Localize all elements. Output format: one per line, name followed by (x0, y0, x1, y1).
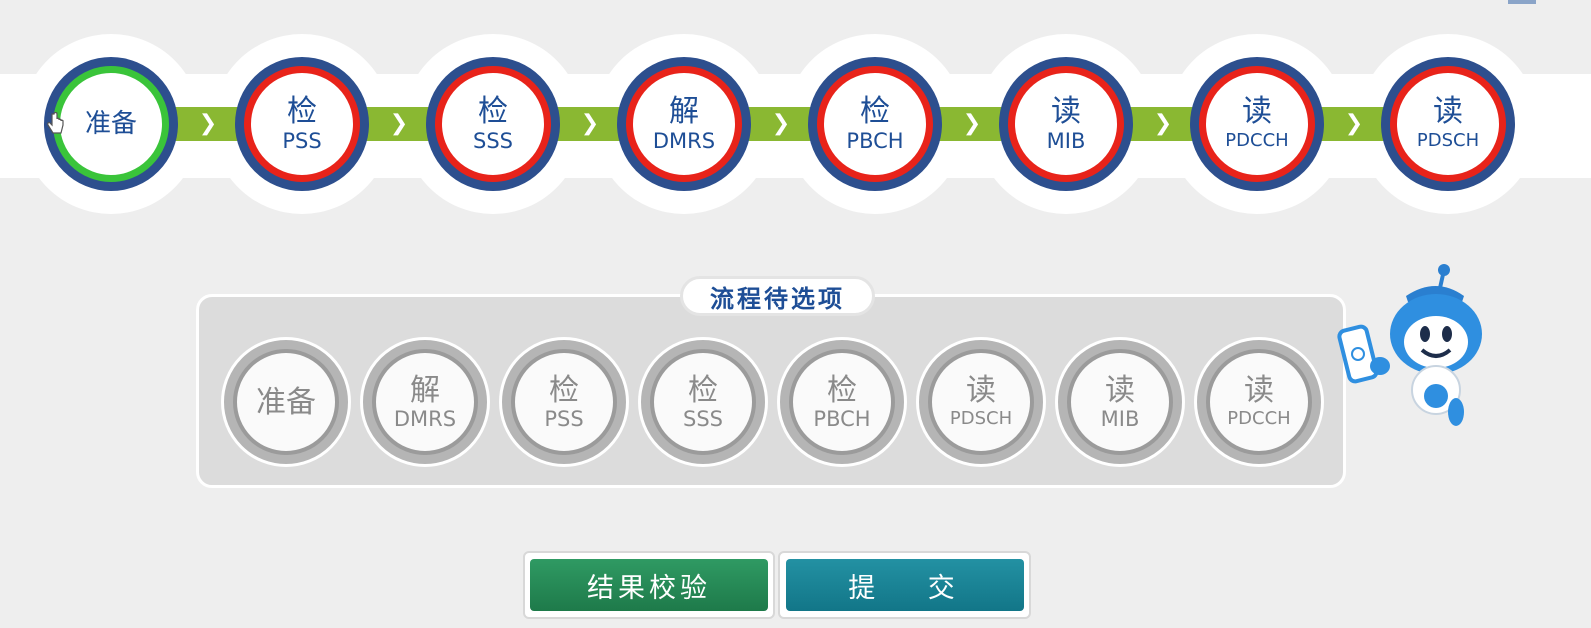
step-zh-label: 准备 (84, 109, 137, 139)
option-en-label: PBCH (813, 406, 871, 431)
pool-option[interactable]: 读 MIB (1055, 337, 1185, 467)
step-connector: ❯ (939, 107, 1005, 141)
robot-mascot-icon (1336, 262, 1486, 432)
submit-button[interactable]: 提 交 (785, 559, 1024, 611)
pool-option[interactable]: 读 PDCCH (1194, 337, 1324, 467)
step-ring: 读 PDCCH (1199, 66, 1315, 182)
step-zh-label: 检 (287, 94, 317, 129)
check-button-frame: 结果校验 (523, 551, 775, 619)
step-connector: ❯ (748, 107, 814, 141)
flow-step-6[interactable]: 读 MIB (999, 57, 1133, 191)
chevron-right-icon: ❯ (580, 111, 600, 136)
flow-step-5[interactable]: 检 PBCH (808, 57, 942, 191)
pool-option[interactable]: 读 PDSCH (916, 337, 1046, 467)
step-ring: 检 PBCH (817, 66, 933, 182)
option-ring: 读 PDCCH (1206, 349, 1312, 455)
option-ring: 检 PSS (511, 349, 617, 455)
option-ring: 准备 (233, 349, 339, 455)
step-en-label: PDSCH (1416, 130, 1480, 151)
option-en-label: PDSCH (949, 407, 1013, 429)
step-connector: ❯ (557, 107, 623, 141)
result-check-button[interactable]: 结果校验 (530, 559, 768, 611)
step-ring: 准备 (53, 66, 169, 182)
step-connector: ❯ (1321, 107, 1387, 141)
pool-option[interactable]: 准备 (221, 337, 351, 467)
step-en-label: DMRS (652, 129, 716, 153)
chevron-right-icon: ❯ (1344, 111, 1364, 136)
option-en-label: PDCCH (1227, 407, 1291, 429)
flow-step-8[interactable]: 读 PDSCH (1381, 57, 1515, 191)
chevron-right-icon: ❯ (1153, 111, 1173, 136)
step-ring: 读 PDSCH (1390, 66, 1506, 182)
pool-option[interactable]: 解 DMRS (360, 337, 490, 467)
window-corner-mark (1508, 0, 1536, 4)
chevron-right-icon: ❯ (771, 111, 791, 136)
option-ring: 检 SSS (650, 349, 756, 455)
option-en-label: MIB (1100, 406, 1140, 431)
option-zh-label: 检 (827, 372, 857, 408)
option-zh-label: 检 (549, 372, 579, 408)
option-ring: 读 MIB (1067, 349, 1173, 455)
step-en-label: PSS (282, 129, 322, 153)
pool-title: 流程待选项 (680, 276, 875, 316)
option-ring: 读 PDSCH (928, 349, 1034, 455)
flow-step-4[interactable]: 解 DMRS (617, 57, 751, 191)
step-en-label: MIB (1046, 129, 1086, 153)
step-zh-label: 读 (1242, 94, 1272, 129)
pool-option[interactable]: 检 PSS (499, 337, 629, 467)
option-zh-label: 解 (410, 372, 440, 408)
option-zh-label: 读 (966, 372, 996, 408)
option-zh-label: 准备 (256, 384, 316, 420)
chevron-right-icon: ❯ (198, 111, 218, 136)
pool-option[interactable]: 检 PBCH (777, 337, 907, 467)
flow-step-2[interactable]: 检 PSS (235, 57, 369, 191)
step-en-label: PBCH (846, 129, 904, 153)
step-zh-label: 读 (1051, 94, 1081, 129)
submit-button-frame: 提 交 (778, 551, 1031, 619)
option-ring: 解 DMRS (372, 349, 478, 455)
option-en-label: DMRS (393, 406, 457, 431)
step-zh-label: 检 (478, 94, 508, 129)
option-zh-label: 读 (1105, 372, 1135, 408)
step-connector: ❯ (175, 107, 241, 141)
hand-pointer-icon (47, 111, 65, 141)
option-ring: 检 PBCH (789, 349, 895, 455)
step-connector: ❯ (1130, 107, 1196, 141)
step-zh-label: 检 (860, 94, 890, 129)
option-zh-label: 检 (688, 372, 718, 408)
step-connector: ❯ (366, 107, 432, 141)
step-ring: 读 MIB (1008, 66, 1124, 182)
pool-option[interactable]: 检 SSS (638, 337, 768, 467)
flow-step-3[interactable]: 检 SSS (426, 57, 560, 191)
option-en-label: SSS (683, 406, 723, 431)
option-en-label: PSS (544, 406, 584, 431)
step-ring: 解 DMRS (626, 66, 742, 182)
step-zh-label: 解 (669, 94, 699, 129)
step-en-label: PDCCH (1225, 130, 1289, 151)
step-zh-label: 读 (1433, 94, 1463, 129)
flow-step-7[interactable]: 读 PDCCH (1190, 57, 1324, 191)
step-en-label: SSS (473, 129, 513, 153)
step-ring: 检 PSS (244, 66, 360, 182)
chevron-right-icon: ❯ (389, 111, 409, 136)
chevron-right-icon: ❯ (962, 111, 982, 136)
option-zh-label: 读 (1244, 372, 1274, 408)
step-ring: 检 SSS (435, 66, 551, 182)
